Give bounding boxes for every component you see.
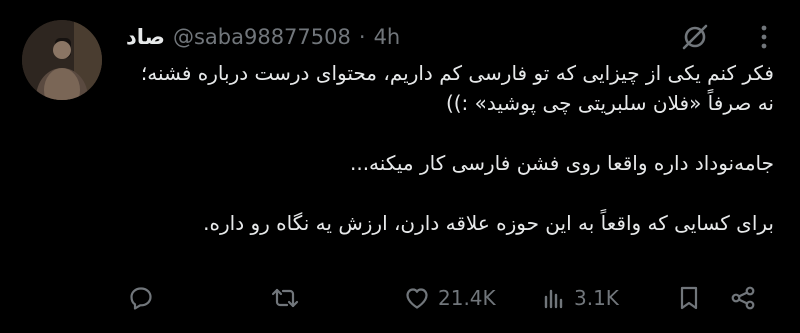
tweet-line: جامه‌نوداد داره واقعا روی فشن فارسی کار … [349, 151, 774, 175]
tweet-line: فکر کنم یکی از چیزایی که تو فارسی کم دار… [140, 61, 774, 85]
views-button[interactable]: 3.1K [538, 276, 619, 320]
bookmark-icon [674, 283, 704, 313]
action-bar: 21.4K 3.1K [126, 276, 776, 320]
reply-icon [126, 283, 156, 313]
display-name[interactable]: صاد [126, 25, 165, 49]
share-icon [728, 283, 758, 313]
like-count: 21.4K [438, 286, 496, 310]
share-button[interactable] [728, 276, 758, 320]
tweet-header: صاد @saba98877508 · 4h [126, 20, 400, 54]
user-handle[interactable]: @saba98877508 [173, 25, 351, 49]
tweet-text: فکر کنم یکی از چیزایی که تو فارسی کم دار… [126, 58, 774, 238]
grok-icon [679, 21, 711, 57]
more-icon [760, 24, 768, 54]
views-count: 3.1K [574, 286, 619, 310]
tweet-line: برای کسایی که واقعاً به این حوزه علاقه د… [203, 211, 774, 235]
like-button[interactable]: 21.4K [402, 276, 496, 320]
more-options-button[interactable] [752, 22, 776, 56]
tweet-line: نه صرفاً «فلان سلبریتی چی پوشید» :)) [445, 91, 774, 115]
grok-button[interactable] [676, 20, 714, 58]
reply-button[interactable] [126, 276, 156, 320]
timestamp[interactable]: 4h [374, 25, 401, 49]
heart-icon [402, 283, 432, 313]
avatar[interactable] [22, 20, 102, 100]
views-icon [538, 283, 568, 313]
retweet-button[interactable] [270, 276, 300, 320]
retweet-icon [270, 283, 300, 313]
bookmark-button[interactable] [674, 276, 704, 320]
separator-dot: · [358, 25, 366, 49]
